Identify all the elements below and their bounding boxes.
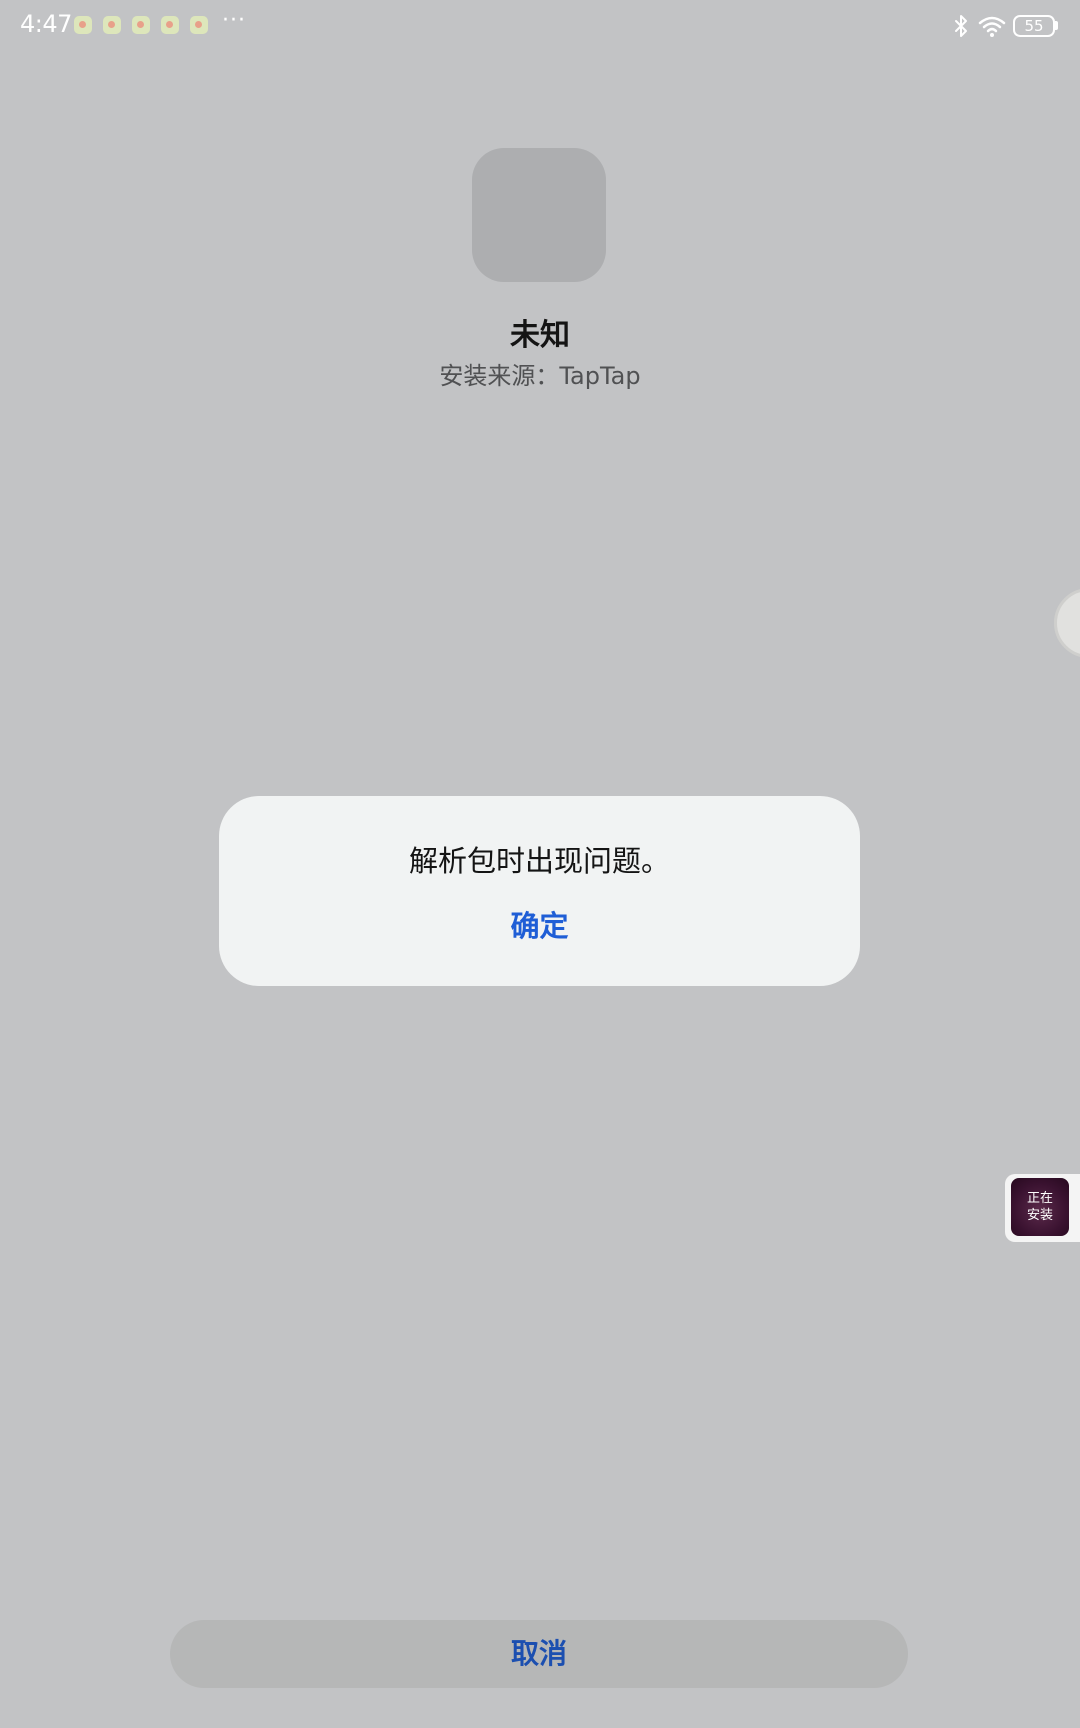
floating-ball-icon[interactable] (1054, 588, 1080, 658)
ok-button[interactable]: 确定 (469, 904, 610, 948)
installing-widget[interactable]: 正在 安装 (1005, 1174, 1080, 1242)
app-notification-icon (161, 16, 179, 34)
app-notification-icon (103, 16, 121, 34)
install-source: 安装来源：TapTap (439, 362, 641, 390)
status-bar: 4:47 ··· 55 (0, 0, 1080, 52)
battery-tip (1055, 21, 1058, 30)
more-notifications-icon: ··· (222, 8, 246, 33)
app-notification-icon (74, 16, 92, 34)
status-time: 4:47 (20, 10, 72, 38)
bluetooth-icon (955, 15, 967, 37)
error-dialog: 解析包时出现问题。 确定 (219, 796, 860, 986)
notification-icons (74, 16, 208, 34)
app-notification-icon (190, 16, 208, 34)
installing-app-thumbnail: 正在 安装 (1011, 1178, 1069, 1236)
dialog-message: 解析包时出现问题。 (408, 844, 670, 878)
installing-label: 正在 安装 (1026, 1191, 1053, 1223)
app-name: 未知 (510, 318, 570, 353)
battery-level: 55 (1024, 17, 1044, 35)
cancel-button[interactable]: 取消 (170, 1620, 908, 1688)
wifi-icon (978, 16, 1006, 37)
battery-icon: 55 (1013, 15, 1055, 37)
app-notification-icon (132, 16, 150, 34)
app-icon-placeholder (472, 148, 606, 282)
